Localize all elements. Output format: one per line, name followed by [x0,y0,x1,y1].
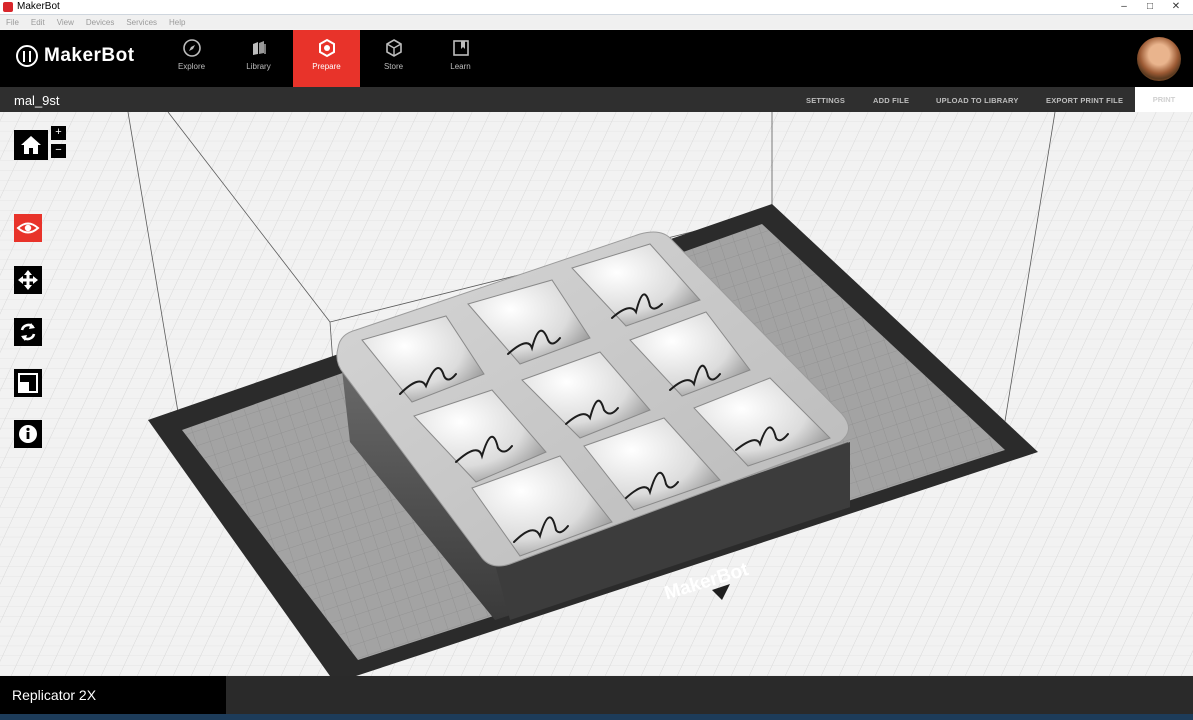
rotate-icon [20,323,36,341]
brand-name: MakerBot [44,45,135,66]
move-tool-button[interactable] [14,266,42,294]
menu-edit[interactable]: Edit [25,15,51,29]
export-print-file-button[interactable]: EXPORT PRINT FILE [1046,96,1123,105]
maximize-button[interactable]: □ [1137,0,1163,13]
look-tool-button[interactable] [14,214,42,242]
compass-icon [182,39,201,57]
window-title-bar: MakerBot – □ ✕ [0,0,1193,15]
scale-tool-button[interactable] [14,369,42,397]
tab-explore[interactable]: Explore [158,30,225,87]
status-bar: Replicator 2X [0,676,1193,714]
prepare-icon [318,38,335,58]
user-avatar[interactable] [1137,37,1181,81]
menu-help[interactable]: Help [163,15,191,29]
rotate-tool-button[interactable] [14,318,42,346]
scale-icon [18,373,38,393]
tab-store-label: Store [383,62,404,71]
tab-explore-label: Explore [177,62,206,71]
menu-view[interactable]: View [51,15,80,29]
library-icon [252,41,266,55]
makerbot-logo[interactable]: MakerBot [16,45,135,67]
menu-devices[interactable]: Devices [80,15,120,29]
tab-store[interactable]: Store [360,30,427,87]
os-taskbar [0,714,1193,720]
printer-selector[interactable]: Replicator 2X [0,676,226,714]
tab-prepare[interactable]: Prepare [293,30,360,87]
minimize-button[interactable]: – [1111,0,1137,13]
tab-library[interactable]: Library [225,30,292,87]
move-icon [18,270,38,290]
top-navigation: MakerBot Explore Library Prepare Store L… [0,30,1193,87]
close-button[interactable]: ✕ [1163,0,1189,13]
home-view-button[interactable] [14,130,48,160]
tab-learn[interactable]: Learn [427,30,494,87]
eye-icon [16,222,40,234]
object-info-button[interactable] [14,420,42,448]
add-file-button[interactable]: ADD FILE [873,96,909,105]
zoom-out-button[interactable]: − [51,144,66,158]
window-title: MakerBot [17,1,60,12]
home-icon [21,136,41,154]
info-icon [19,425,37,443]
settings-button[interactable]: SETTINGS [806,96,845,105]
menu-services[interactable]: Services [120,15,163,29]
menu-bar: File Edit View Devices Services Help [0,15,1193,29]
build-viewport[interactable]: MakerBot + − [0,112,1193,676]
tab-prepare-label: Prepare [312,62,341,71]
cube-icon [385,39,402,57]
makerbot-logo-icon [16,45,38,67]
print-button[interactable]: PRINT [1135,87,1193,112]
file-toolbar: mal_9st SETTINGS ADD FILE UPLOAD TO LIBR… [0,87,1193,112]
upload-to-library-button[interactable]: UPLOAD TO LIBRARY [936,96,1019,105]
zoom-in-button[interactable]: + [51,126,66,140]
file-name: mal_9st [14,93,60,108]
tab-library-label: Library [246,62,271,71]
tab-learn-label: Learn [450,62,471,71]
app-icon [3,2,13,12]
menu-file[interactable]: File [0,15,25,29]
book-icon [452,40,469,56]
scene: MakerBot [0,112,1193,676]
